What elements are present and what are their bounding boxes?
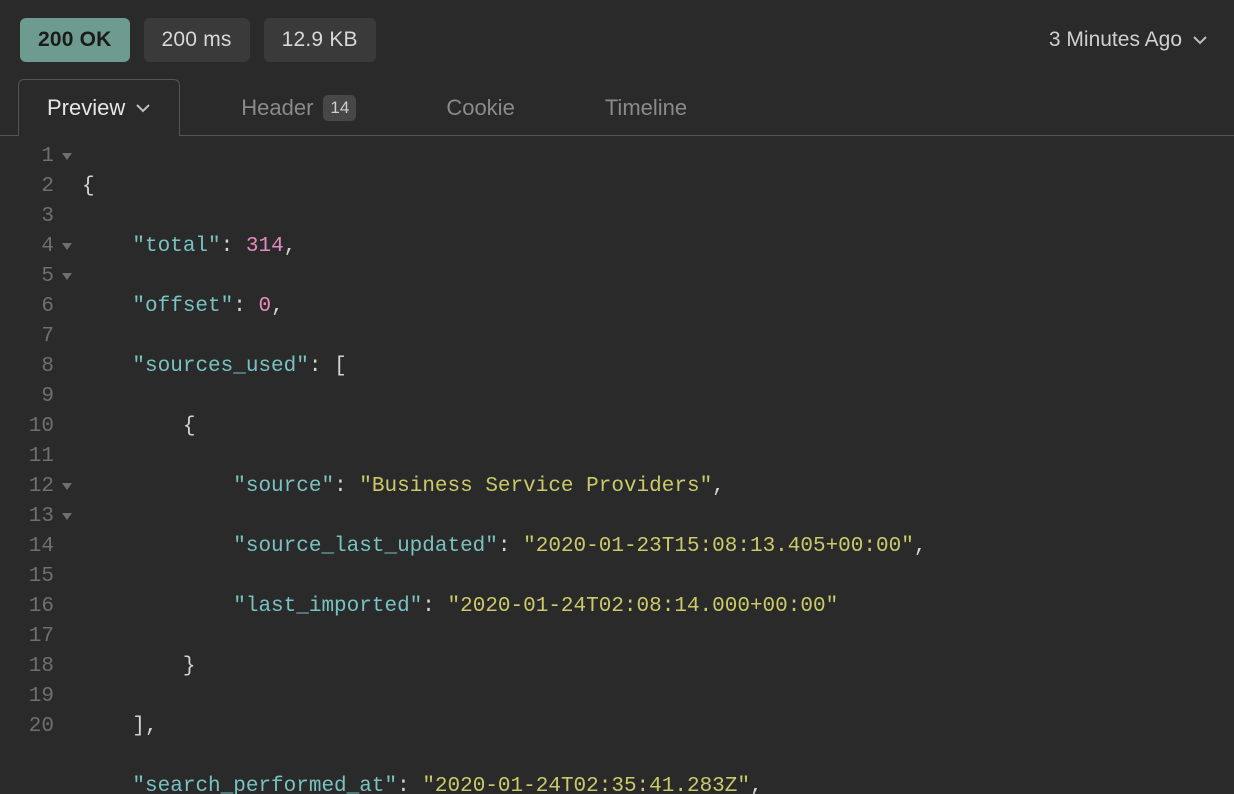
line-number: 14 xyxy=(0,532,58,562)
line-number: 10 xyxy=(0,412,58,442)
line-number: 19 xyxy=(0,682,58,712)
json-body[interactable]: { "total": 314, "offset": 0, "sources_us… xyxy=(58,142,1216,794)
tab-timeline[interactable]: Timeline xyxy=(576,79,716,135)
line-gutter: 1234567891011121314151617181920 xyxy=(0,142,58,794)
tab-preview[interactable]: Preview xyxy=(18,79,180,135)
tab-cookie-label: Cookie xyxy=(446,95,514,121)
json-preview: 1234567891011121314151617181920 { "total… xyxy=(0,136,1234,794)
time-pill: 200 ms xyxy=(144,18,250,62)
line-number: 18 xyxy=(0,652,58,682)
line-number: 12 xyxy=(0,472,58,502)
tab-header-label: Header xyxy=(241,95,313,121)
time-ago-dropdown[interactable]: 3 Minutes Ago xyxy=(1049,28,1214,52)
time-ago-label: 3 Minutes Ago xyxy=(1049,28,1182,52)
line-number: 16 xyxy=(0,592,58,622)
line-number: 13 xyxy=(0,502,58,532)
chevron-down-icon xyxy=(1192,32,1208,48)
chevron-down-icon xyxy=(135,100,151,116)
line-number: 15 xyxy=(0,562,58,592)
line-number: 9 xyxy=(0,382,58,412)
line-number: 2 xyxy=(0,172,58,202)
line-number: 4 xyxy=(0,232,58,262)
response-topbar: 200 OK 200 ms 12.9 KB 3 Minutes Ago xyxy=(0,0,1234,80)
tab-preview-label: Preview xyxy=(47,95,125,121)
line-number: 20 xyxy=(0,712,58,742)
header-count-badge: 14 xyxy=(323,95,356,121)
tab-timeline-label: Timeline xyxy=(605,95,687,121)
response-tabs: Preview Header 14 Cookie Timeline xyxy=(0,80,1234,136)
line-number: 7 xyxy=(0,322,58,352)
tab-header[interactable]: Header 14 xyxy=(212,79,385,135)
line-number: 1 xyxy=(0,142,58,172)
status-pill: 200 OK xyxy=(20,18,130,62)
status-code: 200 xyxy=(38,28,74,52)
line-number: 17 xyxy=(0,622,58,652)
line-number: 3 xyxy=(0,202,58,232)
line-number: 8 xyxy=(0,352,58,382)
tab-cookie[interactable]: Cookie xyxy=(417,79,543,135)
line-number: 6 xyxy=(0,292,58,322)
status-text: OK xyxy=(80,28,112,52)
line-number: 11 xyxy=(0,442,58,472)
line-number: 5 xyxy=(0,262,58,292)
size-pill: 12.9 KB xyxy=(264,18,376,62)
